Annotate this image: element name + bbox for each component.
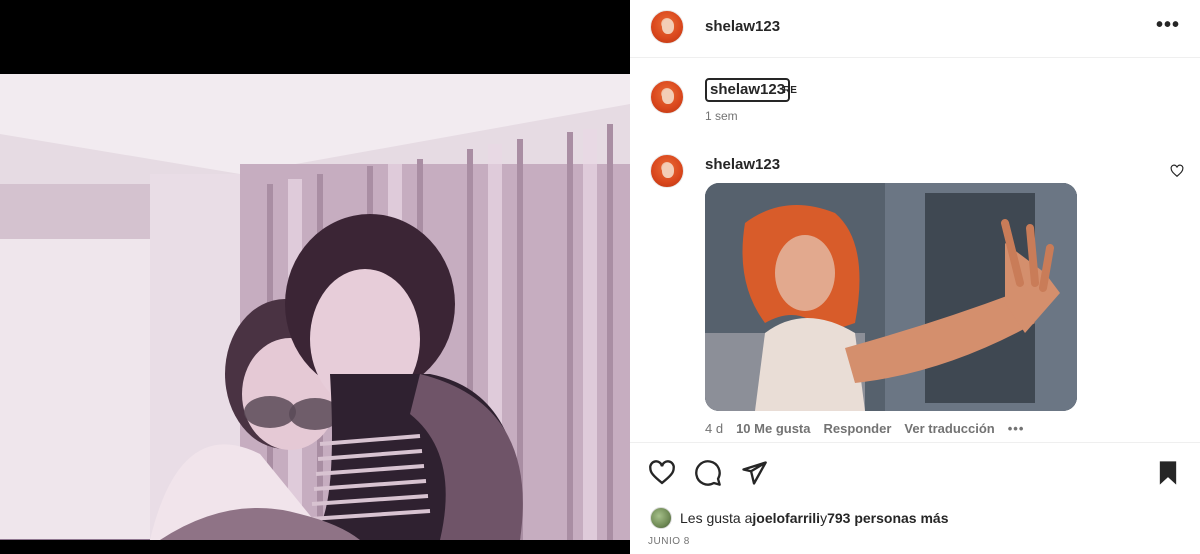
comment-avatar[interactable] [650, 154, 684, 188]
caption-username[interactable]: shelaw123 [705, 78, 791, 102]
author-username[interactable]: shelaw123 [705, 18, 780, 35]
comment-age: 4 d [705, 421, 724, 436]
post-header: shelaw123 ••• [630, 0, 1200, 58]
liker-avatar[interactable] [650, 507, 672, 529]
more-options-icon[interactable]: ••• [1156, 14, 1180, 37]
caption-text: RE [783, 85, 797, 96]
post-media[interactable] [0, 0, 630, 554]
bookmark-icon[interactable] [1154, 459, 1182, 487]
comment-more-options-icon[interactable]: ••• [1008, 421, 1025, 436]
comment-like-heart-icon[interactable] [1170, 164, 1184, 178]
likes-count[interactable]: 793 personas más [827, 510, 948, 526]
comment-username[interactable]: shelaw123 [705, 156, 780, 173]
likes-prefix: Les gusta a [680, 510, 753, 526]
send-icon[interactable] [740, 459, 768, 487]
caption-avatar[interactable] [650, 80, 684, 114]
heart-icon[interactable] [648, 459, 676, 487]
comment-icon[interactable] [694, 459, 722, 487]
likes-middle: y [820, 510, 828, 526]
post-action-bar [630, 442, 1200, 500]
comment-gif[interactable] [705, 183, 1077, 411]
post-date[interactable]: JUNIO 8 [648, 536, 690, 547]
comment-meta: 4 d 10 Me gusta Responder Ver traducción… [705, 421, 1037, 436]
comment-item: shelaw123 4 d 10 Me gusta Responder Ver … [630, 146, 1200, 442]
see-translation-button[interactable]: Ver traducción [904, 421, 994, 436]
comment-likes-count[interactable]: 10 Me gusta [736, 421, 810, 436]
caption-timestamp[interactable]: 1 sem [705, 109, 738, 123]
likes-summary: Les gusta a joelofarrili y 793 personas … [650, 506, 948, 530]
liker-username[interactable]: joelofarrili [752, 510, 820, 526]
reply-button[interactable]: Responder [824, 421, 892, 436]
post-photo [0, 74, 630, 540]
post-caption: shelaw123 RE 1 sem [630, 62, 1200, 140]
post-info-panel: shelaw123 ••• shelaw123 RE 1 sem shelaw1… [630, 0, 1200, 554]
author-avatar[interactable] [650, 10, 684, 44]
